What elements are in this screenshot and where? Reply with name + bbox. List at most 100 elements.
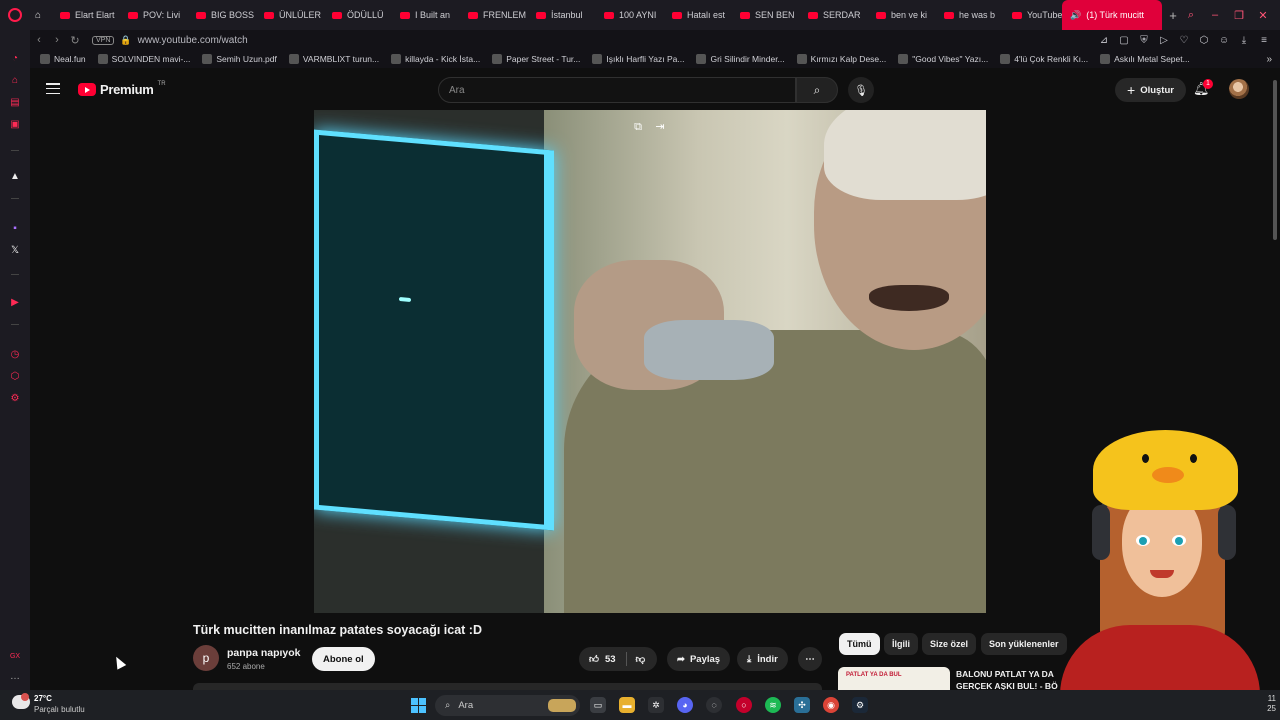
x-icon[interactable]: 𝕏 — [8, 244, 22, 258]
tray-clock[interactable]: 11 25 — [1262, 694, 1276, 714]
extensions-icon[interactable]: ⬡ — [1198, 35, 1210, 46]
tab-item[interactable]: POV: Livi — [120, 0, 188, 30]
tab-item[interactable]: BIG BOSS — [188, 0, 256, 30]
tab-item[interactable]: FRENLEM — [460, 0, 528, 30]
miniplayer-icon[interactable]: ⧉ — [631, 120, 645, 134]
search-tabs-icon[interactable]: ⌕ — [1184, 9, 1198, 22]
share-button[interactable]: ➦ Paylaş — [667, 647, 731, 671]
opera-gx-icon[interactable]: ○ — [736, 697, 752, 713]
app-icon[interactable]: ◌ — [706, 697, 722, 713]
bookmark-item[interactable]: Gri Silindir Minder... — [690, 54, 790, 64]
extensions-sidebar-icon[interactable]: ⬡ — [8, 370, 22, 384]
history-icon[interactable]: ◷ — [8, 348, 22, 362]
subscribe-button[interactable]: Abone ol — [312, 647, 375, 671]
tab-item[interactable]: SEN BEN — [732, 0, 800, 30]
mail-icon[interactable]: ▣ — [8, 118, 22, 132]
create-button[interactable]: + Oluştur — [1115, 78, 1186, 102]
settings-icon[interactable]: ⚙ — [8, 392, 22, 406]
chip-related[interactable]: İlgili — [884, 633, 918, 655]
taskbar-search[interactable]: ⌕ Ara — [435, 695, 580, 716]
sidebar-more-icon[interactable]: … — [8, 670, 22, 684]
tab-item[interactable]: 100 AYNI — [596, 0, 664, 30]
tab-item[interactable]: he was b — [936, 0, 1004, 30]
download-icon[interactable]: ⤓ — [1238, 35, 1250, 46]
bookmarks-more-icon[interactable]: » — [1266, 54, 1272, 65]
bookmark-item[interactable]: VARMBLIXT turun... — [283, 54, 385, 64]
file-explorer-icon[interactable]: ▬ — [619, 697, 635, 713]
tab-item[interactable]: İstanbul — [528, 0, 596, 30]
youtube-logo[interactable]: Premium TR — [78, 81, 166, 97]
steam-icon[interactable]: ⚙ — [852, 697, 868, 713]
like-button[interactable]: 👍︎ 53 — [579, 647, 626, 671]
menu-icon[interactable]: ≡ — [1258, 35, 1270, 46]
pin-icon[interactable]: ⊿ — [1098, 35, 1110, 46]
search-button[interactable]: ⌕ — [796, 77, 838, 103]
tab-item[interactable]: ben ve ki — [868, 0, 936, 30]
vpn-badge[interactable]: VPN — [92, 35, 115, 45]
chip-all[interactable]: Tümü — [839, 633, 880, 655]
pip-exit-icon[interactable]: ⇥ — [653, 120, 667, 134]
bookmark-item[interactable]: 4'lü Çok Renkli Kı... — [994, 54, 1094, 64]
account-avatar[interactable] — [1229, 79, 1249, 99]
tab-item[interactable]: ÖDÜLLÜ — [324, 0, 392, 30]
opera-logo[interactable] — [0, 0, 30, 30]
download-button[interactable]: ⤓ İndir — [737, 647, 788, 671]
forward-icon[interactable]: › — [48, 34, 66, 46]
recommendation-title[interactable]: BALONU PATLAT YA DA GERÇEK AŞKI BUL! - B… — [956, 668, 1066, 692]
settings-app-icon[interactable]: ✲ — [648, 697, 664, 713]
page-scrollbar[interactable] — [1270, 68, 1280, 690]
tab-item[interactable]: Hatalı est — [664, 0, 732, 30]
bookmark-item[interactable]: Askılı Metal Sepet... — [1094, 54, 1196, 64]
voice-search-button[interactable]: 🎙 — [848, 77, 874, 103]
cart-icon[interactable]: ▤ — [8, 96, 22, 110]
bookmark-item[interactable]: Işıklı Harfli Yazı Pa... — [586, 54, 690, 64]
tab-active[interactable]: 🔊 (1) Türk mucitt — [1062, 0, 1162, 30]
gx-icon[interactable]: GX — [8, 650, 22, 664]
network-app-icon[interactable]: ✣ — [794, 697, 810, 713]
profile-icon[interactable]: ☺ — [1218, 35, 1230, 46]
bookmark-item[interactable]: Kırmızı Kalp Dese... — [791, 54, 893, 64]
bookmark-item[interactable]: Neal.fun — [34, 54, 92, 64]
aria-icon[interactable]: ◔ — [8, 52, 22, 66]
bookmark-item[interactable]: Semih Uzun.pdf — [196, 54, 282, 64]
spotify-icon[interactable]: ≋ — [765, 697, 781, 713]
scrollbar-thumb[interactable] — [1273, 80, 1277, 240]
minimize-icon[interactable]: – — [1208, 9, 1222, 22]
channel-avatar[interactable]: p — [193, 645, 219, 671]
url-field[interactable]: www.youtube.com/watch — [138, 35, 248, 46]
shield-icon[interactable]: ⛨ — [1138, 35, 1150, 46]
channel-name[interactable]: panpa napıyok — [227, 647, 301, 659]
player-icon[interactable]: ▶ — [8, 296, 22, 310]
dislike-button[interactable]: 👎︎ — [627, 647, 655, 671]
task-view-icon[interactable]: ▭ — [590, 697, 606, 713]
bookmark-item[interactable]: SOLVINDEN mavi-... — [92, 54, 197, 64]
play-icon[interactable]: ▷ — [1158, 35, 1170, 46]
chip-recent[interactable]: Son yüklenenler — [981, 633, 1067, 655]
tab-item[interactable]: ÜNLÜLER — [256, 0, 324, 30]
snapshot-icon[interactable]: ▢ — [1118, 35, 1130, 46]
maximize-icon[interactable]: ❐ — [1232, 9, 1246, 22]
chip-for-you[interactable]: Size özel — [922, 633, 977, 655]
more-actions-button[interactable]: ⋯ — [798, 647, 822, 671]
reload-icon[interactable]: ↻ — [66, 34, 84, 47]
guide-menu-icon[interactable] — [46, 83, 60, 95]
new-tab-button[interactable]: + — [1162, 8, 1184, 23]
twitch-icon[interactable]: ▪ — [8, 222, 22, 236]
start-button[interactable] — [411, 698, 426, 713]
chrome-icon[interactable]: ◉ — [823, 697, 839, 713]
weather-description[interactable]: Parçalı bulutlu — [34, 705, 85, 714]
aria-ai-icon[interactable]: ▲ — [8, 170, 22, 184]
heart-icon[interactable]: ♡ — [1178, 35, 1190, 46]
bookmark-item[interactable]: Paper Street - Tur... — [486, 54, 586, 64]
tab-workspaces[interactable]: ⌂ — [30, 0, 52, 30]
search-input[interactable]: Ara — [438, 77, 796, 103]
description-box[interactable] — [193, 683, 822, 690]
bag-icon[interactable]: ⌂ — [8, 74, 22, 88]
lock-icon[interactable]: 🔒 — [120, 35, 131, 46]
discord-icon[interactable]: ◕ — [677, 697, 693, 713]
recommendation-thumbnail[interactable]: PATLAT YA DA BUL — [838, 667, 950, 690]
tab-item[interactable]: YouTube — [1004, 0, 1062, 30]
bookmark-item[interactable]: "Good Vibes" Yazı... — [892, 54, 994, 64]
back-icon[interactable]: ‹ — [30, 34, 48, 46]
weather-temperature[interactable]: 27°C — [34, 694, 52, 703]
